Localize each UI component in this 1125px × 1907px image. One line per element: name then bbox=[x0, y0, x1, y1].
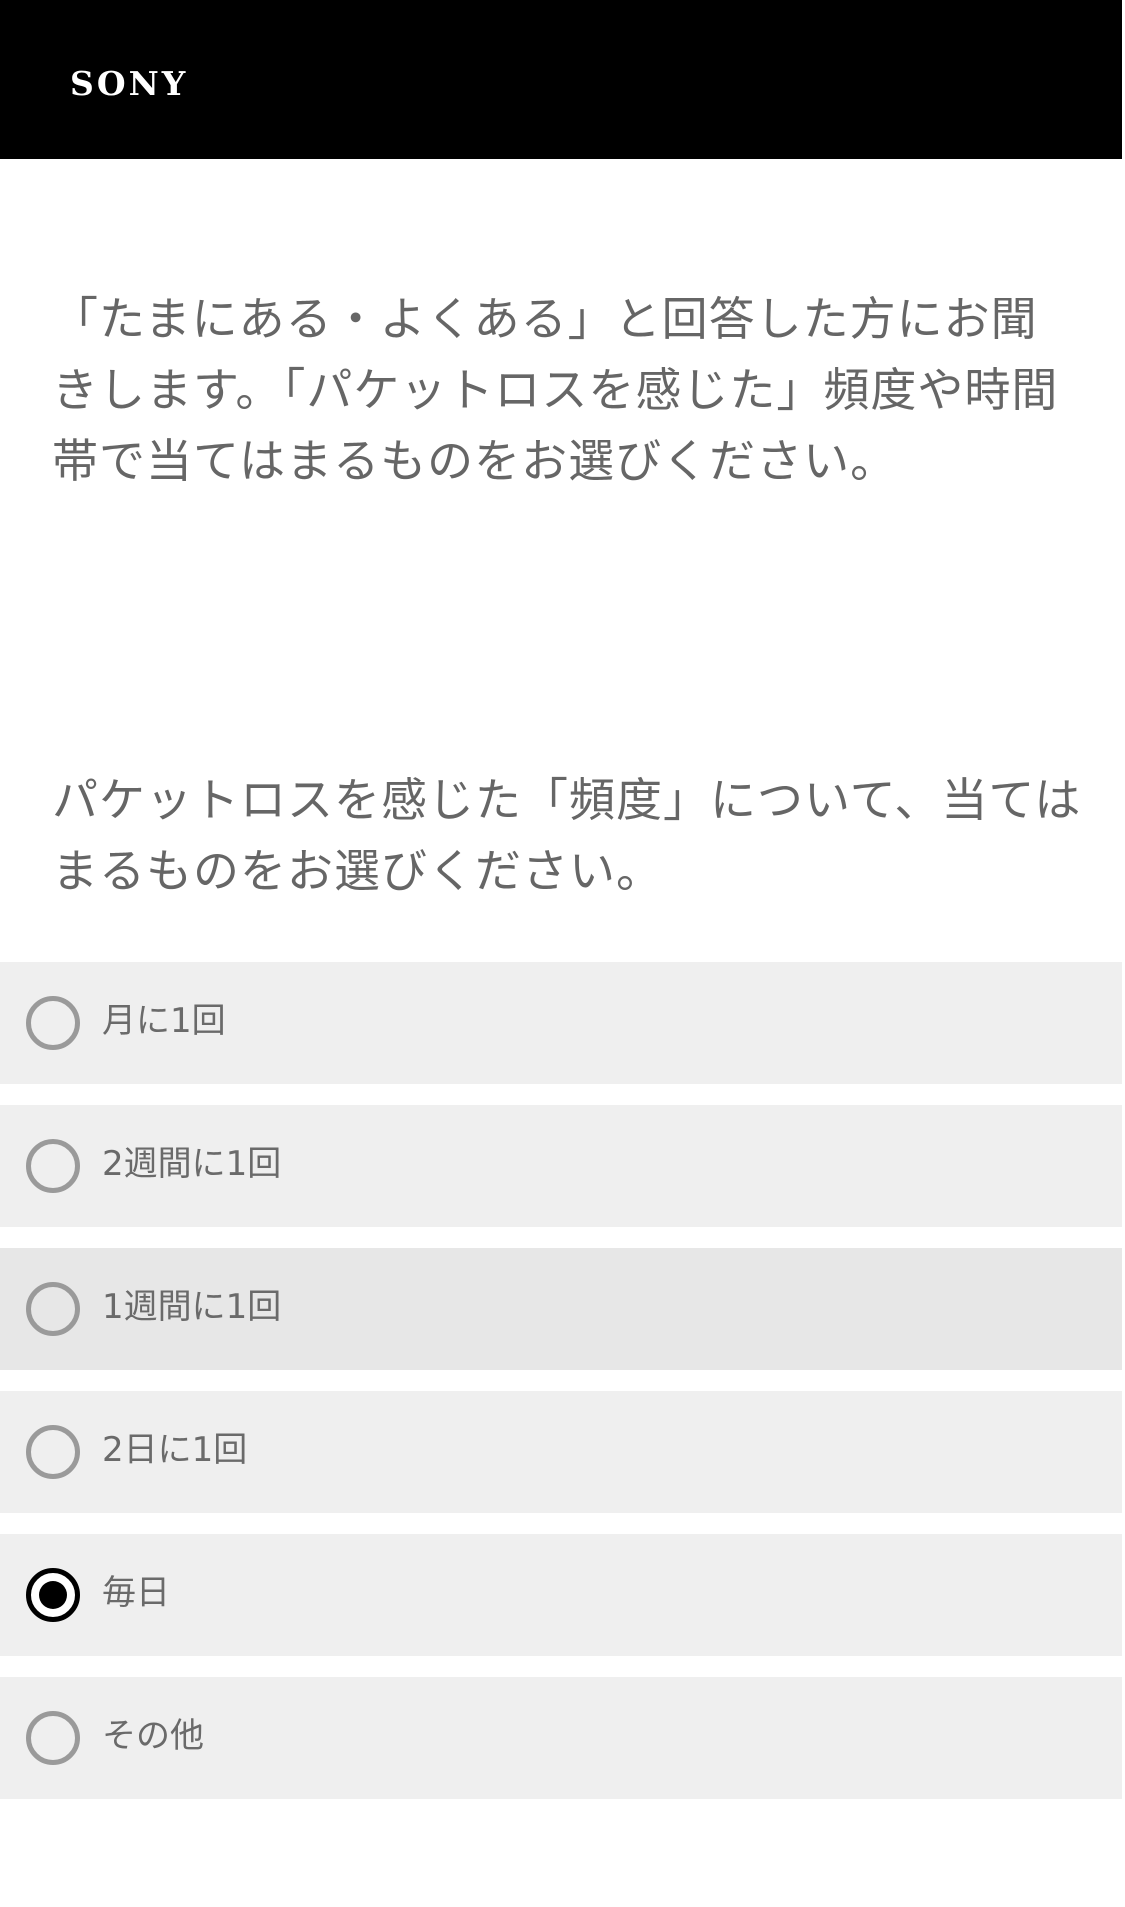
option-every-2-days[interactable]: 2日に1回 bbox=[0, 1391, 1122, 1513]
option-label: 毎日 bbox=[102, 1573, 170, 1613]
option-every-2-weeks[interactable]: 2週間に1回 bbox=[0, 1105, 1122, 1227]
radio-selected-dot bbox=[39, 1581, 67, 1609]
question-text: パケットロスを感じた「頻度」について、当てはまるものをお選びください。 bbox=[52, 773, 1082, 898]
radio-button[interactable] bbox=[26, 1711, 80, 1765]
radio-button[interactable] bbox=[26, 996, 80, 1050]
radio-button[interactable] bbox=[26, 1139, 80, 1193]
sony-logo[interactable]: SONY bbox=[70, 64, 188, 104]
option-label: 1週間に1回 bbox=[102, 1287, 282, 1327]
intro-text: 「たまにある・よくある」と回答した方にお聞きします。「パケットロスを感じた」頻度… bbox=[52, 292, 1059, 488]
option-label: 2週間に1回 bbox=[102, 1144, 282, 1184]
radio-button[interactable] bbox=[26, 1282, 80, 1336]
option-label: その他 bbox=[102, 1716, 204, 1756]
top-header: SONY bbox=[0, 0, 1122, 159]
radio-button[interactable] bbox=[26, 1425, 80, 1479]
option-other[interactable]: その他 bbox=[0, 1677, 1122, 1799]
option-weekly[interactable]: 1週間に1回 bbox=[0, 1248, 1122, 1370]
survey-page: SONY 「たまにある・よくある」と回答した方にお聞きします。「パケットロスを感… bbox=[0, 0, 1125, 1907]
option-label: 2日に1回 bbox=[102, 1430, 248, 1470]
option-label: 月に1回 bbox=[102, 1001, 226, 1041]
option-daily[interactable]: 毎日 bbox=[0, 1534, 1122, 1656]
radio-button-selected[interactable] bbox=[26, 1568, 80, 1622]
option-monthly[interactable]: 月に1回 bbox=[0, 962, 1122, 1084]
frequency-options: 月に1回 2週間に1回 1週間に1回 2日に1回 毎日 その他 bbox=[0, 962, 1122, 1820]
